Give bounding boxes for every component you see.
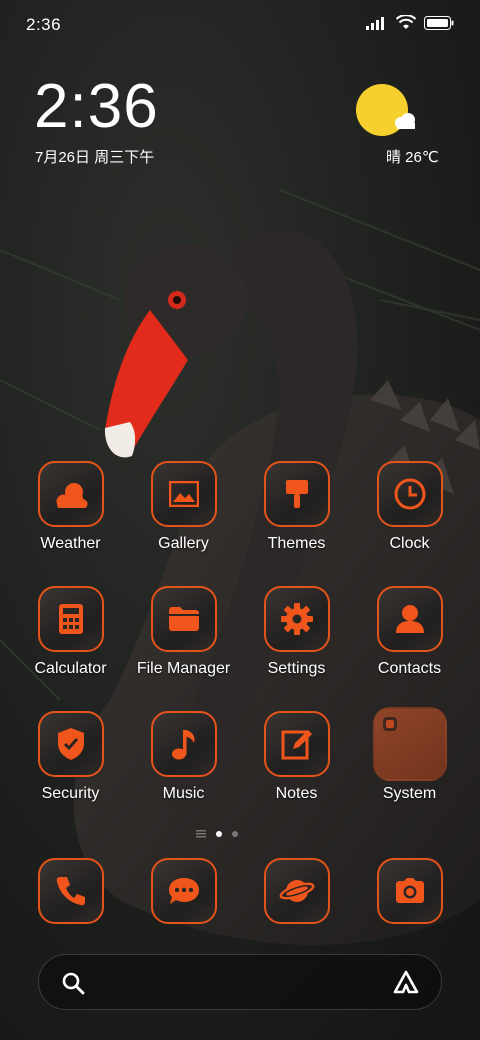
feed-page-icon bbox=[196, 830, 206, 838]
signal-icon bbox=[366, 17, 384, 30]
voice-assistant-icon[interactable] bbox=[393, 970, 419, 996]
status-time: 2:36 bbox=[26, 15, 62, 34]
app-file-manager[interactable]: File Manager bbox=[127, 586, 240, 678]
camera-icon bbox=[376, 858, 443, 924]
app-label: System bbox=[382, 785, 437, 802]
dock-camera[interactable] bbox=[353, 858, 466, 924]
app-label: Settings bbox=[267, 660, 326, 677]
app-themes[interactable]: Themes bbox=[240, 461, 353, 553]
gallery-icon bbox=[150, 461, 217, 527]
wifi-icon bbox=[396, 15, 416, 29]
app-label: Calculator bbox=[34, 660, 107, 677]
clock-widget-time[interactable]: 2:36 bbox=[34, 76, 159, 138]
page-dot bbox=[232, 831, 238, 837]
app-label: File Manager bbox=[136, 660, 231, 677]
weather-icon bbox=[37, 461, 104, 527]
app-notes[interactable]: Notes bbox=[240, 711, 353, 803]
app-clock[interactable]: Clock bbox=[353, 461, 466, 553]
battery-icon bbox=[424, 16, 454, 30]
person-icon bbox=[376, 586, 443, 652]
shield-icon bbox=[37, 711, 104, 777]
app-label: Weather bbox=[40, 535, 101, 552]
status-bar: 2:36 bbox=[0, 0, 480, 50]
app-weather[interactable]: Weather bbox=[14, 461, 127, 553]
folder-system[interactable]: System bbox=[353, 707, 466, 803]
app-settings[interactable]: Settings bbox=[240, 586, 353, 678]
dock-browser[interactable] bbox=[240, 858, 353, 924]
cloud-icon bbox=[395, 113, 415, 129]
app-music[interactable]: Music bbox=[127, 711, 240, 803]
app-contacts[interactable]: Contacts bbox=[353, 586, 466, 678]
calculator-icon bbox=[37, 586, 104, 652]
brush-icon bbox=[263, 461, 330, 527]
app-label: Clock bbox=[389, 535, 430, 552]
app-label: Gallery bbox=[158, 535, 209, 552]
app-label: Notes bbox=[275, 785, 318, 802]
clock-icon bbox=[376, 461, 443, 527]
dock-phone[interactable] bbox=[14, 858, 127, 924]
page-indicator[interactable] bbox=[196, 830, 238, 838]
weather-widget-text: 晴 26℃ bbox=[386, 149, 439, 166]
phone-icon bbox=[37, 858, 104, 924]
gear-icon bbox=[263, 586, 330, 652]
search-icon bbox=[62, 972, 85, 995]
music-note-icon bbox=[150, 711, 217, 777]
clock-widget-date: 7月26日 周三下午 bbox=[35, 149, 155, 166]
page-dot-active bbox=[216, 831, 222, 837]
folder-icon bbox=[150, 586, 217, 652]
browser-planet-icon bbox=[263, 858, 330, 924]
app-gallery[interactable]: Gallery bbox=[127, 461, 240, 553]
app-calculator[interactable]: Calculator bbox=[14, 586, 127, 678]
dock-messages[interactable] bbox=[127, 858, 240, 924]
folder-thumb-icon bbox=[372, 707, 447, 781]
app-label: Security bbox=[41, 785, 100, 802]
app-label: Themes bbox=[267, 535, 326, 552]
app-label: Music bbox=[162, 785, 205, 802]
status-icons bbox=[366, 15, 454, 31]
app-security[interactable]: Security bbox=[14, 711, 127, 803]
app-label: Contacts bbox=[377, 660, 442, 677]
notes-icon bbox=[263, 711, 330, 777]
message-icon bbox=[150, 858, 217, 924]
search-bar[interactable] bbox=[38, 954, 442, 1010]
